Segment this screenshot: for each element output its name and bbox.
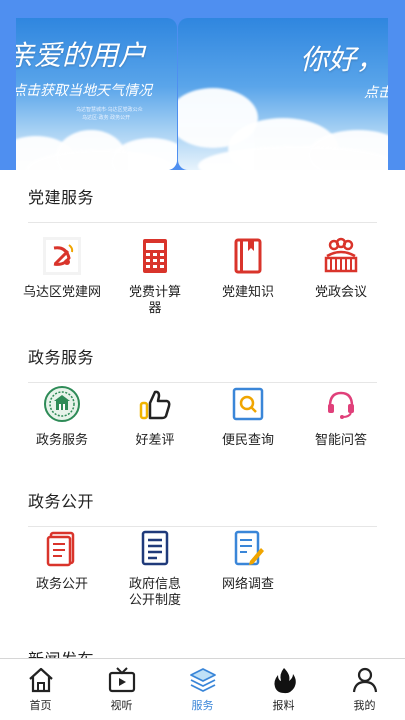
book-icon: [234, 238, 262, 274]
service-item-label: 智能问答: [314, 433, 367, 448]
banner-slide-greeting[interactable]: 你好， 点击: [178, 18, 388, 170]
service-item-label: 政务公开: [35, 577, 88, 592]
section-title: 新闻发布: [28, 646, 94, 658]
section-divider: [28, 222, 377, 223]
service-item-party-knowledge[interactable]: 党建知识: [203, 236, 293, 301]
service-item-label: 好差评: [135, 433, 175, 448]
thumbs-up-icon: [139, 390, 171, 420]
nav-profile[interactable]: 我的: [324, 659, 405, 720]
home-icon: [28, 667, 53, 693]
section-title: 政务服务: [28, 348, 95, 367]
nav-label: 视听: [110, 699, 133, 712]
service-item-government-service[interactable]: 政务服务: [17, 384, 107, 449]
nav-label: 首页: [29, 699, 52, 712]
party-emblem-icon: [43, 237, 81, 275]
meeting-icon: [324, 237, 358, 273]
search-doc-icon: [232, 387, 264, 421]
government-seal-icon: [44, 386, 80, 422]
bottom-navigation: 首页 视听 服务 报料 我的: [0, 658, 405, 720]
service-item-label: 政务服务: [35, 433, 88, 448]
section-divider: [28, 382, 377, 383]
nav-video[interactable]: 视听: [81, 659, 162, 720]
video-icon: [108, 667, 135, 693]
service-item-label: 党费计算器: [128, 285, 181, 316]
banner-title: 亲爱的用户: [16, 39, 147, 72]
nav-service[interactable]: 服务: [162, 659, 243, 720]
service-item-review[interactable]: 好差评: [110, 384, 200, 449]
service-item-dues-calculator[interactable]: 党费计算器: [110, 236, 200, 317]
nav-report[interactable]: 报料: [243, 659, 324, 720]
service-item-label: 党建知识: [221, 285, 274, 300]
service-item-label: 便民查询: [221, 433, 274, 448]
service-item-info-disclosure-policy[interactable]: 政府信息公开制度: [110, 528, 200, 609]
banner-fine-print: 乌达区·政务 政务公开: [82, 115, 131, 121]
layers-icon: [189, 668, 216, 692]
service-item-disclosure[interactable]: 政务公开: [17, 528, 107, 593]
service-item-party-website[interactable]: 乌达区党建网: [17, 236, 107, 301]
service-item-party-meeting[interactable]: 党政会议: [296, 236, 386, 301]
service-item-label: 政府信息公开制度: [128, 577, 181, 608]
banner-subtitle: 点击: [364, 85, 388, 101]
banner-title: 你好，: [300, 43, 385, 76]
service-content[interactable]: 党建服务 乌达区党建网 党费计算器 党建知识 党政会议 政务服务 政务服务 好差…: [0, 170, 405, 658]
nav-label: 服务: [191, 699, 214, 712]
banner-carousel[interactable]: 亲爱的用户 点击获取当地天气情况 乌达智慧城市·乌达区党政公众 乌达区·政务 政…: [0, 0, 405, 180]
service-item-public-query[interactable]: 便民查询: [203, 384, 293, 449]
nav-label: 我的: [353, 699, 376, 712]
section-divider: [28, 526, 377, 527]
nav-home[interactable]: 首页: [0, 659, 81, 720]
banner-subtitle: 点击获取当地天气情况: [16, 83, 152, 99]
document-icon: [46, 531, 75, 567]
edit-document-icon: [234, 530, 264, 566]
nav-label: 报料: [272, 699, 295, 712]
service-item-label: 党政会议: [314, 285, 367, 300]
service-item-smart-qa[interactable]: 智能问答: [296, 384, 386, 449]
section-title: 政务公开: [28, 492, 95, 511]
banner-fine-print: 乌达智慧城市·乌达区党政公众: [76, 107, 143, 113]
headset-icon: [328, 391, 354, 419]
service-item-online-survey[interactable]: 网络调查: [203, 528, 293, 593]
service-item-label: 网络调查: [221, 577, 274, 592]
section-title: 党建服务: [28, 188, 95, 207]
service-item-label: 乌达区党建网: [22, 285, 101, 300]
list-document-icon: [141, 530, 169, 566]
banner-slide-weather[interactable]: 亲爱的用户 点击获取当地天气情况 乌达智慧城市·乌达区党政公众 乌达区·政务 政…: [16, 18, 177, 170]
flame-icon: [273, 668, 296, 694]
calculator-icon: [143, 239, 167, 273]
user-icon: [352, 667, 377, 693]
